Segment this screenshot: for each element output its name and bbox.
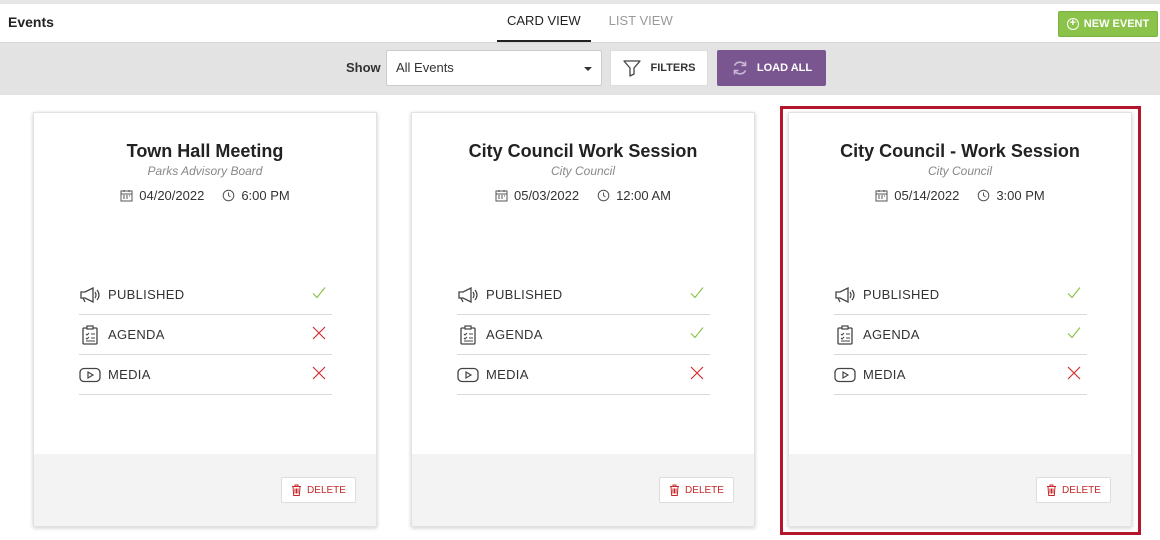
status-label: PUBLISHED <box>486 287 563 302</box>
clipboard-icon <box>79 324 101 345</box>
check-icon <box>690 327 704 339</box>
clock-icon <box>223 189 235 202</box>
show-label: Show <box>346 60 381 75</box>
status-row-published: PUBLISHED <box>457 275 710 315</box>
trash-icon <box>670 484 680 496</box>
calendar-icon <box>120 190 133 202</box>
load-all-label: LOAD ALL <box>756 62 813 74</box>
status-label: MEDIA <box>108 367 151 382</box>
event-time: 6:00 PM <box>241 188 290 203</box>
event-title: City Council - Work Session <box>840 141 1080 161</box>
add-circle-icon: + <box>1066 18 1079 30</box>
cross-icon <box>312 366 326 380</box>
status-label: AGENDA <box>863 327 920 342</box>
event-time: 3:00 PM <box>996 188 1045 203</box>
status-label: MEDIA <box>863 367 906 382</box>
delete-button[interactable]: DELETE <box>659 477 734 503</box>
load-all-button[interactable]: LOAD ALL <box>717 50 826 86</box>
check-icon <box>1067 327 1081 339</box>
status-row-media: MEDIA <box>79 355 332 395</box>
event-title: Town Hall Meeting <box>126 141 284 161</box>
status-row-agenda: AGENDA <box>834 315 1087 355</box>
card-footer: DELETE <box>789 454 1131 526</box>
event-subtitle: Parks Advisory Board <box>147 164 263 178</box>
new-event-button[interactable]: + NEW EVENT <box>1058 11 1158 37</box>
delete-label: DELETE <box>1062 484 1101 496</box>
card-footer: DELETE <box>412 454 754 526</box>
filter-bar: Show All Events FILTERS LOAD ALL <box>0 43 1160 95</box>
trash-icon <box>292 484 302 496</box>
delete-label: DELETE <box>685 484 724 496</box>
clock-icon <box>597 189 610 202</box>
play-icon <box>834 365 856 385</box>
play-icon <box>79 365 101 385</box>
page-title: Events <box>8 14 54 30</box>
status-list: PUBLISHED AGENDA MEDIA <box>457 275 710 395</box>
event-card[interactable]: City Council - Work Session City Council… <box>788 112 1132 527</box>
trash-icon <box>1047 484 1057 496</box>
tab-card-view[interactable]: CARD VIEW <box>497 4 591 42</box>
calendar-icon <box>495 190 508 202</box>
funnel-icon <box>623 60 642 77</box>
status-label: PUBLISHED <box>863 287 940 302</box>
event-time: 12:00 AM <box>616 188 671 203</box>
refresh-icon <box>733 61 747 75</box>
check-icon <box>1067 287 1081 299</box>
clipboard-icon <box>834 324 856 345</box>
status-row-media: MEDIA <box>457 355 710 395</box>
status-label: AGENDA <box>486 327 543 342</box>
event-subtitle: City Council <box>927 164 993 178</box>
delete-button[interactable]: DELETE <box>281 477 356 503</box>
calendar-icon <box>875 190 888 202</box>
filters-label: FILTERS <box>650 62 696 74</box>
event-subtitle: City Council <box>550 164 616 178</box>
event-card[interactable]: City Council Work Session City Council 0… <box>411 112 755 527</box>
status-row-published: PUBLISHED <box>834 275 1087 315</box>
megaphone-icon <box>834 285 856 305</box>
tab-list-view[interactable]: LIST VIEW <box>599 4 683 42</box>
cross-icon <box>1067 366 1081 380</box>
status-label: MEDIA <box>486 367 529 382</box>
caret-down-icon <box>584 67 592 71</box>
top-header: Events CARD VIEW LIST VIEW + NEW EVENT <box>0 0 1160 43</box>
event-date: 05/03/2022 <box>513 188 580 203</box>
status-label: PUBLISHED <box>108 287 185 302</box>
status-row-media: MEDIA <box>834 355 1087 395</box>
cross-icon <box>690 366 704 380</box>
clipboard-icon <box>457 324 479 345</box>
cross-icon <box>312 326 326 340</box>
check-icon <box>312 287 326 299</box>
view-tabs: CARD VIEW LIST VIEW <box>497 4 691 42</box>
status-label: AGENDA <box>108 327 165 342</box>
play-icon <box>457 365 479 385</box>
status-list: PUBLISHED AGENDA MEDIA <box>834 275 1087 395</box>
megaphone-icon <box>457 285 479 305</box>
event-date: 04/20/2022 <box>139 188 205 203</box>
clock-icon <box>978 189 990 202</box>
new-event-label: NEW EVENT <box>1083 18 1150 30</box>
card-footer: DELETE <box>34 454 376 526</box>
show-select[interactable]: All Events <box>386 50 602 86</box>
delete-label: DELETE <box>307 484 346 496</box>
event-card[interactable]: Town Hall Meeting Parks Advisory Board 0… <box>33 112 377 527</box>
event-title: City Council Work Session <box>468 141 698 161</box>
show-select-value: All Events <box>396 60 454 75</box>
status-row-published: PUBLISHED <box>79 275 332 315</box>
event-date: 05/14/2022 <box>894 188 960 203</box>
filters-button[interactable]: FILTERS <box>610 50 708 86</box>
delete-button[interactable]: DELETE <box>1036 477 1111 503</box>
check-icon <box>690 287 704 299</box>
status-list: PUBLISHED AGENDA MEDIA <box>79 275 332 395</box>
megaphone-icon <box>79 285 101 305</box>
status-row-agenda: AGENDA <box>457 315 710 355</box>
status-row-agenda: AGENDA <box>79 315 332 355</box>
